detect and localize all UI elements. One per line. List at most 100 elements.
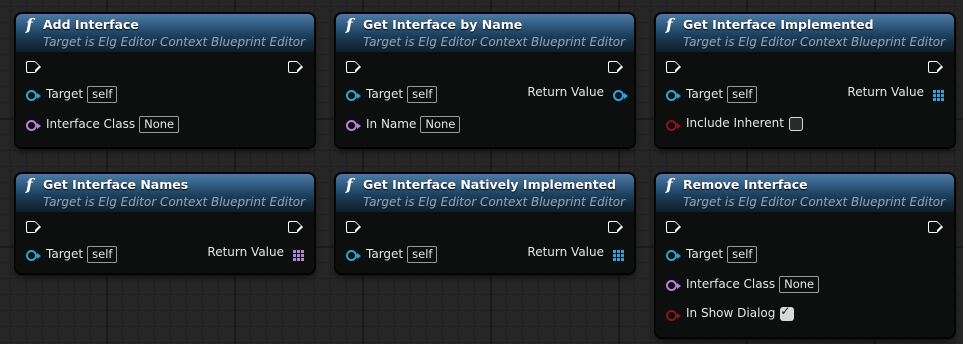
node-header[interactable]: f Get Interface by Name Target is Elg Ed… [336,14,634,52]
checkmark-icon: ✓ [780,303,791,318]
target-label-text: Target [366,87,404,101]
node-get-interface-implemented[interactable]: f Get Interface Implemented Target is El… [655,13,955,148]
node-header[interactable]: f Get Interface Names Target is Elg Edit… [16,174,314,212]
return-object-pin-icon[interactable] [613,90,628,101]
node-title: Get Interface by Name [363,17,523,32]
target-pin-label: Target self [46,246,118,263]
node-title: Remove Interface [683,177,808,192]
exec-in-pin-icon[interactable] [346,60,361,73]
array-pin-icon[interactable] [613,250,624,261]
in-show-dialog-pin-row: In Show Dialog ✓ [656,301,954,331]
node-get-interface-by-name[interactable]: f Get Interface by Name Target is Elg Ed… [335,13,635,148]
target-pin-label: Target self [686,246,758,263]
exec-out-pin-icon[interactable] [288,220,303,233]
object-pin-icon[interactable] [26,90,41,101]
target-pin-label: Target self [366,246,438,263]
name-pin-icon[interactable] [346,120,361,131]
node-get-interface-names[interactable]: f Get Interface Names Target is Elg Edit… [15,173,315,274]
target-pin-row: Target self Return Value [16,241,314,271]
include-inherent-pin-label: Include Inherent [686,116,803,131]
target-pin-row: Target self Return Value [336,81,634,111]
target-pin-label: Target self [686,86,758,103]
return-value-label: Return Value [207,245,284,259]
array-pin-icon[interactable] [293,250,304,261]
return-value-label: Return Value [527,245,604,259]
node-get-interface-natively-implemented[interactable]: f Get Interface Natively Implemented Tar… [335,173,635,274]
exec-row [336,52,634,81]
target-pin-row: Target self Return Value [336,241,634,271]
return-value-label: Return Value [847,85,924,99]
node-add-interface[interactable]: f Add Interface Target is Elg Editor Con… [15,13,315,148]
in-name-label-text: In Name [366,117,417,131]
node-title: Get Interface Implemented [683,17,874,32]
node-header[interactable]: f Get Interface Implemented Target is El… [656,14,954,52]
target-pin-label: Target self [366,86,438,103]
function-icon: f [346,175,353,194]
target-value-box[interactable]: self [87,86,118,103]
exec-in-pin-icon[interactable] [666,60,681,73]
node-remove-interface[interactable]: f Remove Interface Target is Elg Editor … [655,173,955,338]
target-label-text: Target [46,247,84,261]
interface-class-pin-row: Interface Class None [656,271,954,301]
array-pin-icon[interactable] [933,90,944,101]
node-header[interactable]: f Remove Interface Target is Elg Editor … [656,174,954,212]
object-pin-icon[interactable] [666,90,681,101]
object-pin-icon[interactable] [346,250,361,261]
interface-class-dropdown[interactable]: None [779,276,820,293]
node-header[interactable]: f Get Interface Natively Implemented Tar… [336,174,634,212]
exec-row [16,52,314,81]
interface-class-pin-row: Interface Class None [16,111,314,141]
exec-in-pin-icon[interactable] [666,220,681,233]
bool-pin-icon[interactable] [666,120,681,131]
interface-class-pin-label: Interface Class None [46,116,180,133]
target-pin-row: Target self Return Value [656,81,954,111]
node-title: Get Interface Natively Implemented [363,177,617,192]
object-pin-icon[interactable] [346,90,361,101]
function-icon: f [346,15,353,34]
target-pin-label: Target self [46,86,118,103]
interface-class-pin-label: Interface Class None [686,276,820,293]
node-subtitle: Target is Elg Editor Context Blueprint E… [363,35,626,49]
bool-pin-icon[interactable] [666,310,681,321]
target-value-box[interactable]: self [407,86,438,103]
exec-in-pin-icon[interactable] [26,60,41,73]
exec-out-pin-icon[interactable] [288,60,303,73]
target-value-box[interactable]: self [727,86,758,103]
function-icon: f [666,175,673,194]
in-name-pin-row: In Name None [336,111,634,141]
exec-out-pin-icon[interactable] [608,220,623,233]
target-pin-row: Target self [16,81,314,111]
node-header[interactable]: f Add Interface Target is Elg Editor Con… [16,14,314,52]
node-subtitle: Target is Elg Editor Context Blueprint E… [43,195,306,209]
exec-out-pin-icon[interactable] [608,60,623,73]
in-name-input[interactable]: None [420,116,461,133]
node-subtitle: Target is Elg Editor Context Blueprint E… [683,35,946,49]
node-subtitle: Target is Elg Editor Context Blueprint E… [683,195,946,209]
class-pin-icon[interactable] [26,120,41,131]
target-value-box[interactable]: self [87,246,118,263]
target-label-text: Target [46,87,84,101]
function-icon: f [26,175,33,194]
target-value-box[interactable]: self [727,246,758,263]
object-pin-icon[interactable] [666,250,681,261]
function-icon: f [26,15,33,34]
target-value-box[interactable]: self [407,246,438,263]
node-title: Add Interface [43,17,139,32]
exec-row [656,52,954,81]
return-value-label: Return Value [527,85,604,99]
exec-row [16,212,314,241]
exec-in-pin-icon[interactable] [26,220,41,233]
exec-out-pin-icon[interactable] [928,220,943,233]
target-label-text: Target [366,247,404,261]
object-pin-icon[interactable] [26,250,41,261]
exec-row [656,212,954,241]
interface-class-dropdown[interactable]: None [139,116,180,133]
exec-out-pin-icon[interactable] [928,60,943,73]
include-inherent-checkbox[interactable] [789,116,803,131]
class-pin-icon[interactable] [666,280,681,291]
in-show-dialog-label-text: In Show Dialog [686,306,776,320]
exec-in-pin-icon[interactable] [346,220,361,233]
node-subtitle: Target is Elg Editor Context Blueprint E… [43,35,306,49]
in-show-dialog-checkbox[interactable]: ✓ [780,303,795,321]
function-icon: f [666,15,673,34]
